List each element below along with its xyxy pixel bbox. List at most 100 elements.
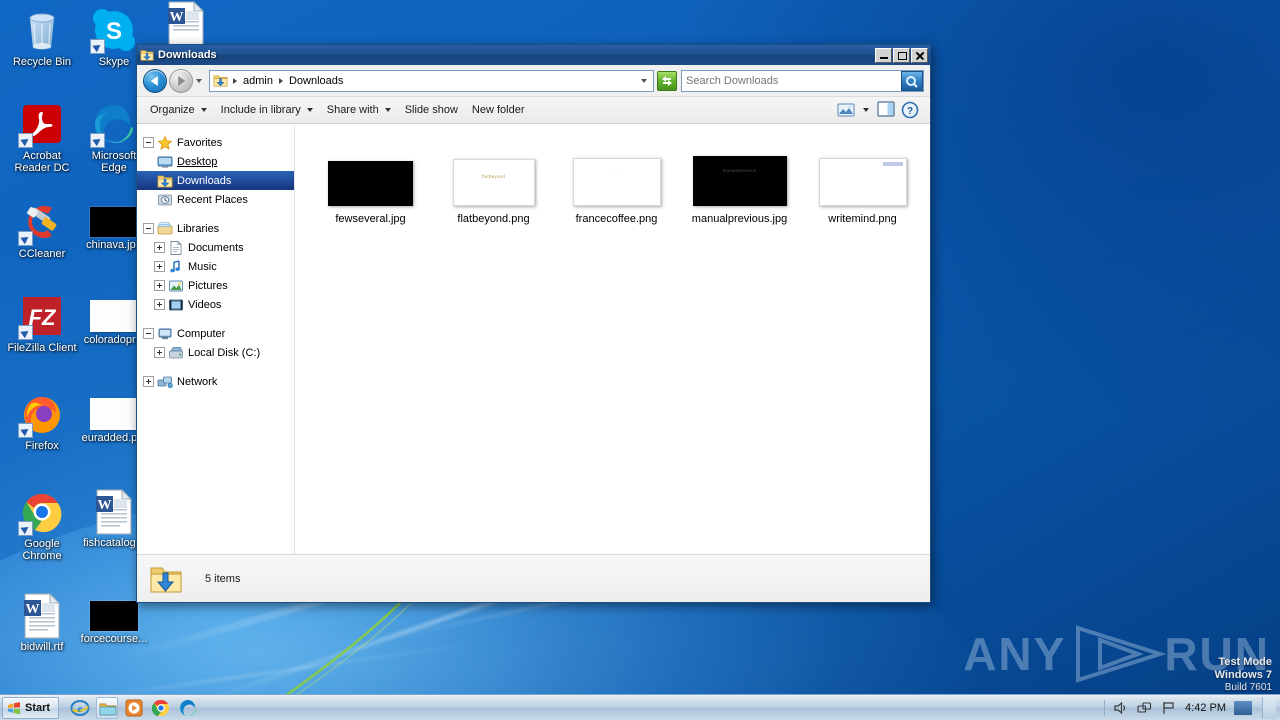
file-item[interactable]: ... francecoffee.png <box>555 147 678 226</box>
expand-expander-icon[interactable] <box>154 261 165 272</box>
taskbar[interactable]: Start e 4:42 PM <box>0 694 1280 720</box>
expand-expander-icon[interactable] <box>154 242 165 253</box>
share-with-button[interactable]: Share with <box>320 100 398 120</box>
window-body: Favorites Desktop Downloads Recent Place… <box>137 124 930 554</box>
close-button[interactable] <box>911 47 928 63</box>
navpane-label: Downloads <box>177 174 232 187</box>
desktop-icon-acrobat-reader[interactable]: Acrobat Reader DC <box>6 100 78 174</box>
system-tray[interactable]: 4:42 PM <box>1104 695 1280 720</box>
change-view-icon[interactable] <box>835 100 857 120</box>
navpane-item-documents[interactable]: Documents <box>137 238 294 257</box>
include-in-library-button[interactable]: Include in library <box>214 100 320 120</box>
windows-explorer-icon[interactable] <box>96 696 119 719</box>
file-item[interactable]: writemind.png <box>801 147 924 226</box>
file-grid: fewseveral.jpg flatbeyond flatbeyond.png <box>309 147 930 226</box>
file-item[interactable]: manualprevious manualprevious.jpg <box>678 147 801 226</box>
minimize-button[interactable] <box>875 47 892 63</box>
search-input[interactable] <box>682 74 901 87</box>
collapse-expander-icon[interactable] <box>143 223 154 234</box>
desktop-icon-label: Acrobat Reader DC <box>14 150 70 174</box>
navpane-header-favorites[interactable]: Favorites <box>137 133 294 152</box>
desktop-icon-filezilla[interactable]: FZ FileZilla Client <box>6 292 78 354</box>
desktop-icon-recycle-bin[interactable]: Recycle Bin <box>6 6 78 68</box>
navpane-item-recent-places[interactable]: Recent Places <box>137 190 294 209</box>
network-icon[interactable] <box>1137 700 1153 716</box>
downloads-folder-icon <box>157 173 173 189</box>
test-mode-line1: Test Mode <box>1218 656 1272 668</box>
recent-pages-dropdown[interactable] <box>193 71 205 91</box>
desktop-icon-label: CCleaner <box>18 248 66 260</box>
navpane-item-local-disk-c[interactable]: Local Disk (C:) <box>137 343 294 362</box>
desktop-icon-firefox[interactable]: Firefox <box>6 390 78 452</box>
downloads-explorer-window[interactable]: Downloads admin Downloads Search Downloa… <box>136 44 931 603</box>
microsoft-edge-icon[interactable] <box>177 697 199 719</box>
address-bar[interactable]: admin Downloads <box>209 69 654 92</box>
shortcut-overlay-icon <box>18 133 33 148</box>
forward-button[interactable] <box>169 68 193 93</box>
breadcrumb-admin[interactable]: admin <box>240 74 276 88</box>
expand-expander-icon[interactable] <box>154 280 165 291</box>
navpane-header-computer[interactable]: Computer <box>137 324 294 343</box>
navpane-label: Music <box>188 260 217 273</box>
file-list-pane[interactable]: fewseveral.jpg flatbeyond flatbeyond.png <box>295 125 930 554</box>
quick-launch-bar[interactable]: e <box>69 696 199 719</box>
svg-text:W: W <box>98 498 112 513</box>
start-button[interactable]: Start <box>2 696 60 719</box>
navpane-item-downloads[interactable]: Downloads <box>137 171 294 190</box>
navpane-item-pictures[interactable]: Pictures <box>137 276 294 295</box>
navpane-header-libraries[interactable]: Libraries <box>137 219 294 238</box>
volume-icon[interactable] <box>1113 700 1129 716</box>
navpane-item-music[interactable]: Music <box>137 257 294 276</box>
slide-show-button[interactable]: Slide show <box>398 100 465 120</box>
window-titlebar[interactable]: Downloads <box>137 45 930 65</box>
expand-expander-icon[interactable] <box>154 299 165 310</box>
action-center-flag-icon[interactable] <box>1161 700 1177 716</box>
collapse-expander-icon[interactable] <box>143 328 154 339</box>
chevron-down-icon <box>384 108 391 112</box>
help-icon[interactable]: ? <box>899 100 921 120</box>
computer-icon <box>157 326 173 342</box>
breadcrumb-separator-icon[interactable] <box>278 77 283 84</box>
desktop-icon-google-chrome[interactable]: Google Chrome <box>6 488 78 562</box>
desktop[interactable]: Recycle Bin S Skype Acrobat Reader DC Mi… <box>0 0 1280 720</box>
expand-expander-icon[interactable] <box>154 347 165 358</box>
shortcut-overlay-icon <box>18 231 33 246</box>
navigation-pane[interactable]: Favorites Desktop Downloads Recent Place… <box>137 125 295 554</box>
address-dropdown-caret[interactable] <box>636 71 651 91</box>
google-chrome-icon[interactable] <box>150 697 172 719</box>
desktop-icon-hidden-document[interactable]: W <box>150 0 222 49</box>
maximize-button[interactable] <box>893 47 910 63</box>
show-desktop-button[interactable] <box>1262 696 1276 719</box>
file-thumbnail <box>328 161 413 206</box>
internet-explorer-icon[interactable]: e <box>69 697 91 719</box>
file-item[interactable]: fewseveral.jpg <box>309 147 432 226</box>
breadcrumb-downloads[interactable]: Downloads <box>286 74 346 88</box>
view-dropdown-caret[interactable] <box>859 100 873 120</box>
desktop-icon-ccleaner[interactable]: CCleaner <box>6 198 78 260</box>
navpane-item-videos[interactable]: Videos <box>137 295 294 314</box>
acrobat-reader-icon <box>18 100 66 148</box>
navpane-item-desktop[interactable]: Desktop <box>137 152 294 171</box>
back-button[interactable] <box>143 68 167 93</box>
navigation-bar[interactable]: admin Downloads <box>137 65 930 97</box>
window-controls[interactable] <box>875 47 928 63</box>
new-folder-button[interactable]: New folder <box>465 100 532 120</box>
include-in-library-label: Include in library <box>220 104 301 116</box>
desktop-icon-bidwill-rtf[interactable]: W bidwill.rtf <box>6 592 78 653</box>
media-player-icon[interactable] <box>123 697 145 719</box>
file-name-label: flatbeyond.png <box>457 213 530 225</box>
expand-expander-icon[interactable] <box>143 376 154 387</box>
collapse-expander-icon[interactable] <box>143 137 154 148</box>
command-toolbar[interactable]: Organize Include in library Share with S… <box>137 97 930 124</box>
search-box[interactable] <box>681 69 924 92</box>
search-icon[interactable] <box>901 70 923 91</box>
show-desktop-preview-icon[interactable] <box>1234 700 1252 715</box>
preview-pane-icon[interactable] <box>875 100 897 120</box>
taskbar-clock[interactable]: 4:42 PM <box>1185 702 1226 714</box>
file-item[interactable]: flatbeyond flatbeyond.png <box>432 147 555 226</box>
navpane-header-network[interactable]: Network <box>137 372 294 391</box>
toolbar-right-group[interactable]: ? <box>835 100 924 120</box>
organize-button[interactable]: Organize <box>143 100 214 120</box>
breadcrumb-separator-icon[interactable] <box>233 77 237 84</box>
refresh-button[interactable] <box>657 70 677 91</box>
